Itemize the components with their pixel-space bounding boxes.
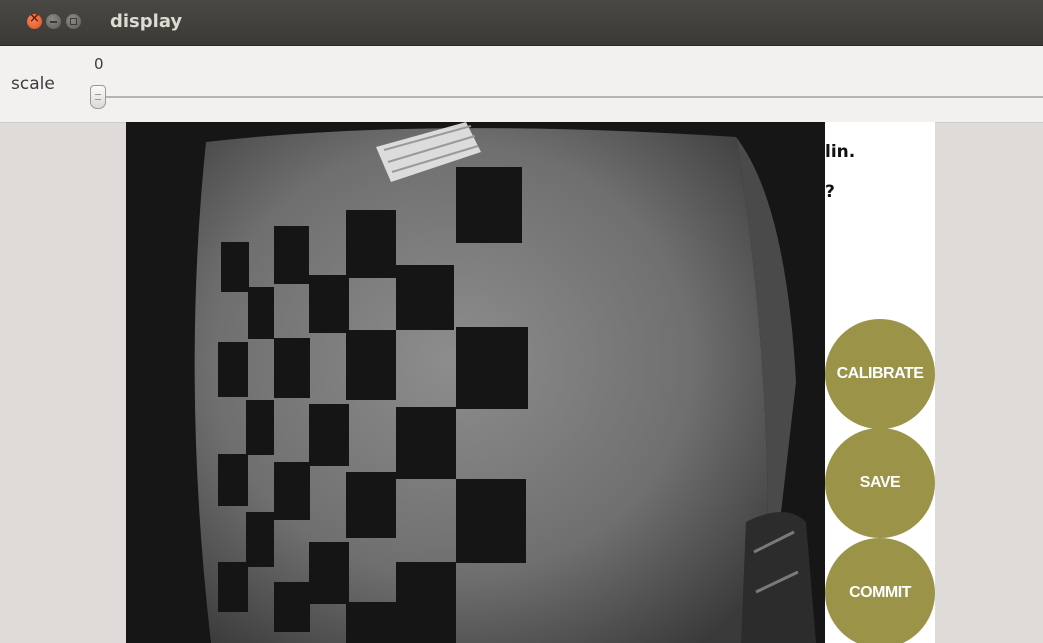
camera-view bbox=[126, 122, 825, 643]
title-bar: display bbox=[0, 0, 1043, 46]
camera-image bbox=[126, 122, 825, 643]
calibration-panel: lin. ? CALIBRATE SAVE COMMIT bbox=[825, 122, 935, 643]
calibrate-button[interactable]: CALIBRATE bbox=[825, 319, 935, 429]
window-title: display bbox=[110, 11, 183, 32]
trackbar-label: scale bbox=[11, 74, 55, 94]
trackbar-panel: scale 0 bbox=[0, 46, 1043, 123]
close-icon[interactable] bbox=[27, 11, 42, 29]
status-text-line1: lin. bbox=[825, 142, 856, 162]
slider-track[interactable] bbox=[94, 96, 1043, 98]
maximize-icon[interactable] bbox=[66, 14, 81, 29]
save-button[interactable]: SAVE bbox=[825, 428, 935, 538]
commit-button[interactable]: COMMIT bbox=[825, 538, 935, 643]
trackbar-value: 0 bbox=[94, 55, 104, 73]
minimize-icon[interactable] bbox=[46, 14, 61, 29]
status-text-line2: ? bbox=[825, 182, 835, 202]
slider-thumb[interactable] bbox=[90, 85, 106, 109]
